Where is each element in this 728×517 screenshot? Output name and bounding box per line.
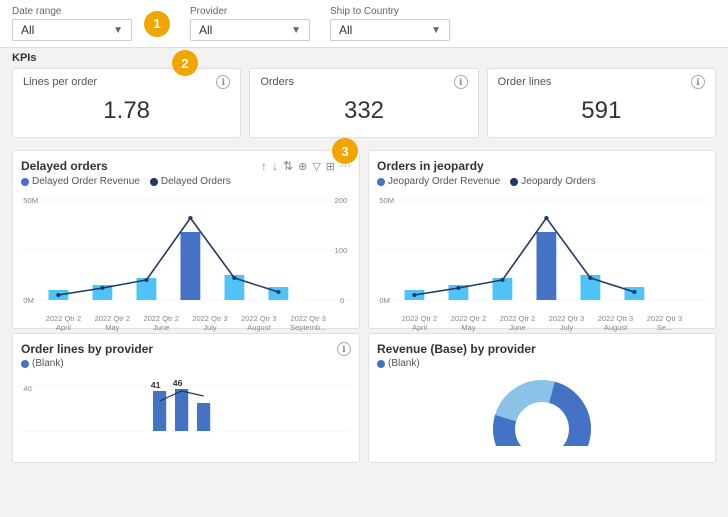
delayed-orders-title: Delayed orders [21,159,108,173]
provider-value: All [199,23,285,37]
jeopardy-orders-legend-label: Jeopardy Orders [521,176,595,187]
order-lines-provider-title: Order lines by provider [21,342,153,356]
sort-both-icon[interactable]: ⇅ [283,159,293,173]
ship-to-country-select[interactable]: All ▼ [330,19,450,41]
hierarchy-icon[interactable]: ⊕ [298,160,307,173]
badge-1: 1 [144,11,170,37]
svg-text:50M: 50M [379,196,394,205]
order-lines-chart: 40 41 46 [21,371,351,451]
svg-text:40: 40 [23,384,32,393]
order-lines-info-icon[interactable]: ℹ [337,342,351,356]
svg-text:200: 200 [335,196,348,205]
jeopardy-orders-chart: 50M 0M 2022 Qtr 2April 2022 Qtr 2May [377,190,707,320]
expand-icon[interactable]: ⊞ [326,160,335,173]
ship-to-country-value: All [339,23,425,37]
kpi-card-orders: Orders ℹ 332 [249,68,478,138]
order-lines-legend-label: (Blank) [32,358,64,369]
ship-to-country-chevron: ▼ [431,25,441,36]
revenue-provider-panel: Revenue (Base) by provider (Blank) [368,333,716,463]
delayed-orders-panel: Delayed orders ↑ ↓ ⇅ ⊕ ▽ ⊞ ··· Delayed O… [12,150,360,329]
provider-select[interactable]: All ▼ [190,19,310,41]
kpi-info-icon-1[interactable]: ℹ [454,75,468,89]
svg-text:0M: 0M [23,296,34,305]
delayed-revenue-legend: Delayed Order Revenue [21,176,140,187]
svg-text:50M: 50M [23,196,38,205]
provider-label: Provider [190,6,310,17]
sort-asc-icon[interactable]: ↑ [261,159,267,173]
kpi-title-order-lines: Order lines [498,76,552,88]
delayed-orders-svg: 50M 0M 200 100 0 [21,190,351,310]
svg-text:0: 0 [340,296,344,305]
jeopardy-revenue-legend-label: Jeopardy Order Revenue [388,176,500,187]
delayed-orders-legend: Delayed Orders [150,176,231,187]
revenue-legend-label: (Blank) [388,358,420,369]
sort-desc-icon[interactable]: ↓ [272,159,278,173]
date-range-label: Date range [12,6,132,17]
kpi-info-icon-0[interactable]: ℹ [216,75,230,89]
date-range-value: All [21,23,107,37]
delayed-orders-chart: 50M 0M 200 100 0 [21,190,351,320]
provider-filter: Provider All ▼ [190,6,310,41]
kpi-info-icon-2[interactable]: ℹ [691,75,705,89]
delayed-revenue-legend-label: Delayed Order Revenue [32,176,140,187]
date-range-chevron: ▼ [113,25,123,36]
kpi-title-orders: Orders [260,76,294,88]
provider-chevron: ▼ [291,25,301,36]
ship-to-country-label: Ship to Country [330,6,450,17]
filter-icon[interactable]: ▽ [312,160,320,173]
jeopardy-orders-title: Orders in jeopardy [377,159,484,173]
svg-text:100: 100 [335,246,348,255]
date-range-filter: Date range All ▼ [12,6,132,41]
delayed-orders-legend-label: Delayed Orders [161,176,231,187]
badge-3: 3 [332,138,358,164]
date-range-select[interactable]: All ▼ [12,19,132,41]
ship-to-country-filter: Ship to Country All ▼ [330,6,450,41]
svg-text:0M: 0M [379,296,390,305]
kpi-card-lines-per-order: Lines per order ℹ 1.78 [12,68,241,138]
kpi-value-lines-per-order: 1.78 [23,93,230,129]
kpi-title-lines-per-order: Lines per order [23,76,97,88]
kpi-section-label: KPIs [12,52,716,64]
kpi-value-order-lines: 591 [498,93,705,129]
jeopardy-orders-panel: Orders in jeopardy Jeopardy Order Revenu… [368,150,716,329]
svg-text:46: 46 [173,378,183,388]
jeopardy-orders-legend: Jeopardy Orders [510,176,595,187]
kpi-value-orders: 332 [260,93,467,129]
jeopardy-revenue-legend: Jeopardy Order Revenue [377,176,500,187]
order-lines-provider-panel: Order lines by provider ℹ (Blank) 40 41 … [12,333,360,463]
badge-2: 2 [172,50,198,76]
kpi-card-order-lines: Order lines ℹ 591 [487,68,716,138]
revenue-provider-title: Revenue (Base) by provider [377,342,536,356]
jeopardy-orders-svg: 50M 0M [377,190,707,310]
svg-text:41: 41 [151,380,161,390]
revenue-donut-chart [377,371,707,446]
